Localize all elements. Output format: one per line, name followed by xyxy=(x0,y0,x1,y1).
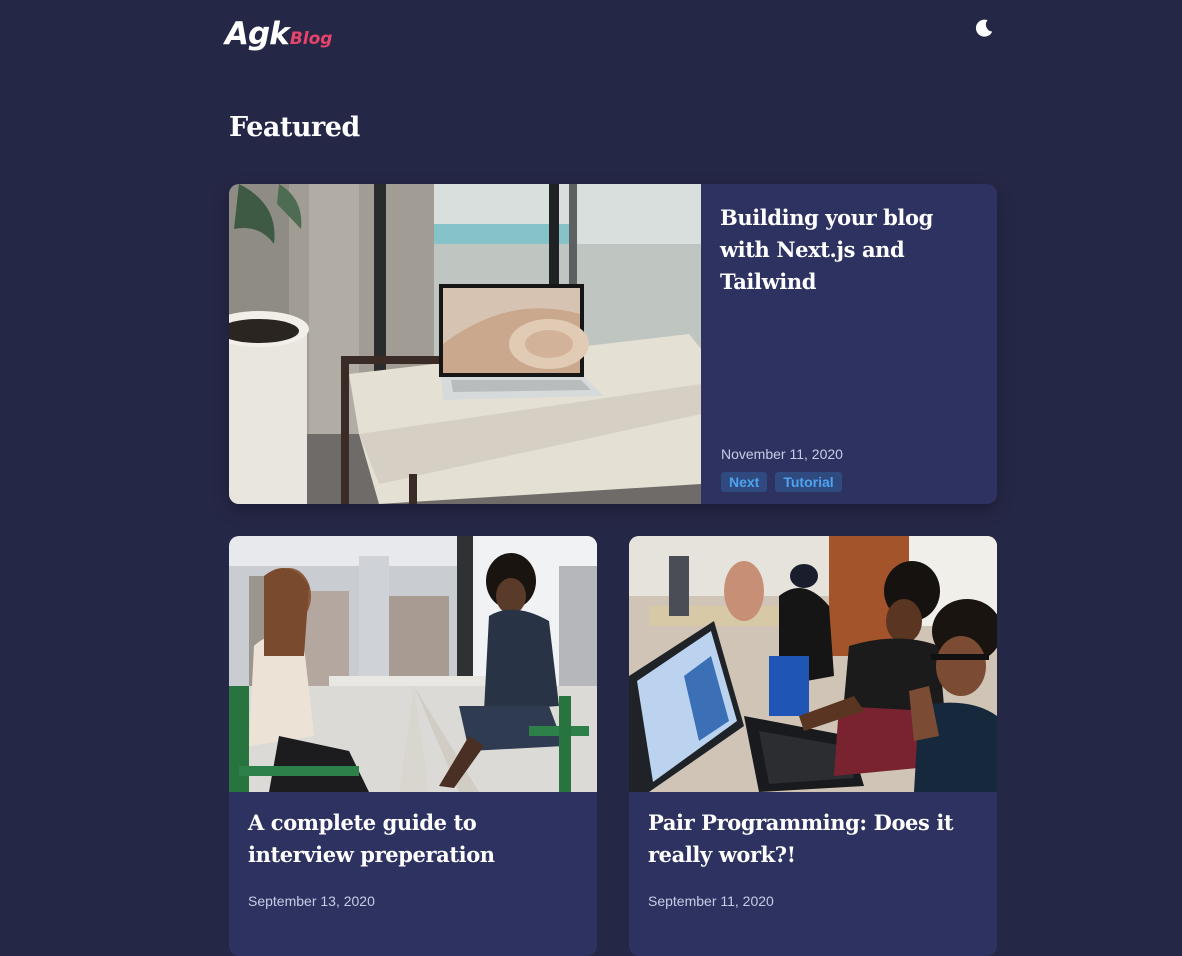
post-body: Pair Programming: Does it really work?! … xyxy=(629,792,997,956)
section-title-featured: Featured xyxy=(229,112,360,143)
featured-post-tags: Next Tutorial xyxy=(721,472,842,492)
site-logo[interactable]: Agk Blog xyxy=(225,16,332,52)
tag-next[interactable]: Next xyxy=(721,472,768,492)
tag-tutorial[interactable]: Tutorial xyxy=(775,472,842,492)
post-card[interactable]: Pair Programming: Does it really work?! … xyxy=(629,536,997,956)
post-title[interactable]: Pair Programming: Does it really work?! xyxy=(648,807,978,871)
post-date: September 13, 2020 xyxy=(248,893,375,909)
logo-main-text: Agk xyxy=(225,16,290,52)
post-card[interactable]: A complete guide to interview preperatio… xyxy=(229,536,597,956)
post-image[interactable] xyxy=(229,536,597,792)
post-body: A complete guide to interview preperatio… xyxy=(229,792,597,956)
logo-sub-text: Blog xyxy=(289,29,333,49)
featured-post-card[interactable]: Building your blog with Next.js and Tail… xyxy=(229,184,997,504)
post-title[interactable]: A complete guide to interview preperatio… xyxy=(248,807,578,871)
site-header: Agk Blog xyxy=(225,14,997,54)
moon-icon[interactable] xyxy=(973,17,995,39)
featured-post-title[interactable]: Building your blog with Next.js and Tail… xyxy=(720,202,978,298)
featured-post-body: Building your blog with Next.js and Tail… xyxy=(701,184,997,504)
post-image[interactable] xyxy=(629,536,997,792)
featured-post-image[interactable] xyxy=(229,184,701,504)
post-date: September 11, 2020 xyxy=(648,893,774,909)
featured-post-date: November 11, 2020 xyxy=(721,446,843,462)
